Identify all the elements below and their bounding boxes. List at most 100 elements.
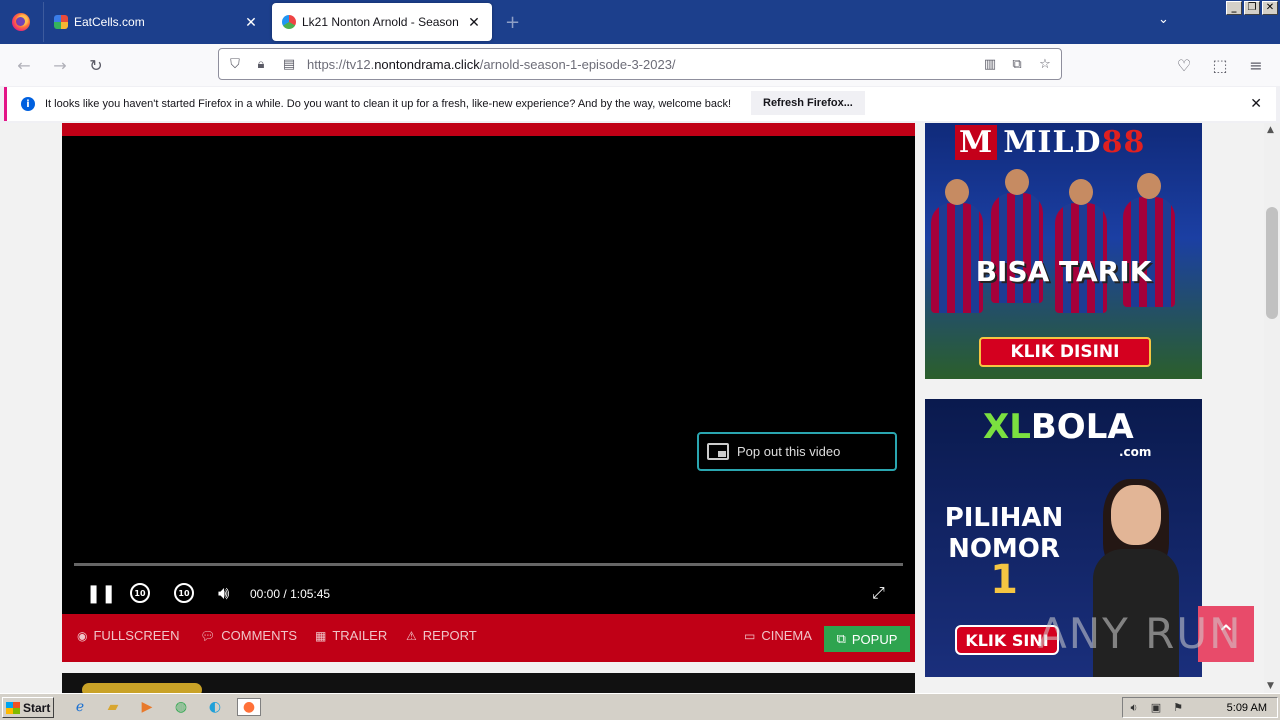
reader-view-icon[interactable]: ▥ bbox=[982, 56, 998, 72]
edge-icon[interactable]: ◐ bbox=[205, 698, 225, 716]
logo-num: 88 bbox=[1101, 125, 1146, 160]
tab-lk21[interactable]: Lk21 Nonton Arnold - Season 1 Episode 3 … bbox=[272, 3, 492, 41]
permissions-icon[interactable]: ▤ bbox=[281, 56, 297, 72]
report-button[interactable]: ⚠ REPORT bbox=[406, 628, 477, 643]
tab-eatcells[interactable]: EatCells.com ✕ bbox=[43, 2, 269, 42]
model-head bbox=[1111, 485, 1161, 545]
chrome-icon[interactable]: ◍ bbox=[171, 698, 191, 716]
web-page: Pop out this video ❚❚ 10 10 🔊︎ 00:00 / 1… bbox=[0, 123, 1264, 693]
back-icon[interactable]: ← bbox=[14, 55, 34, 75]
pip-icon bbox=[707, 443, 729, 460]
page-scrollbar[interactable]: ▲ ▼ bbox=[1264, 123, 1280, 693]
tab-strip: EatCells.com ✕ Lk21 Nonton Arnold - Seas… bbox=[0, 0, 1280, 44]
warning-icon: ⚠ bbox=[406, 628, 417, 643]
notification-bar: i It looks like you haven't started Fire… bbox=[4, 87, 1276, 121]
volume-tray-icon[interactable]: 🔉︎ bbox=[1123, 701, 1145, 715]
pause-icon[interactable]: ❚❚ bbox=[86, 583, 116, 604]
trailer-label: TRAILER bbox=[332, 628, 388, 643]
xlbola-logo: XLBOLA .com bbox=[983, 407, 1151, 459]
lock-icon[interactable]: 🔒︎ bbox=[253, 56, 269, 72]
fullscreen-icon[interactable]: ⤢ bbox=[872, 583, 885, 603]
start-label: Start bbox=[23, 700, 51, 715]
hamburger-menu-icon[interactable]: ≡ bbox=[1246, 55, 1266, 75]
bottom-banner-ad[interactable] bbox=[62, 673, 915, 693]
close-tab-icon[interactable]: ✕ bbox=[466, 14, 482, 30]
start-button[interactable]: Start bbox=[2, 697, 54, 718]
firefox-taskbar-icon[interactable]: ● bbox=[237, 698, 261, 716]
popup-label: POPUP bbox=[851, 631, 898, 647]
forward-10-icon[interactable]: 10 bbox=[174, 583, 194, 603]
forward-icon[interactable]: → bbox=[50, 55, 70, 75]
file-explorer-icon[interactable]: ▰ bbox=[103, 698, 123, 716]
close-window-button[interactable]: ✕ bbox=[1262, 1, 1278, 15]
pip-label: Pop out this video bbox=[737, 444, 841, 459]
comments-button[interactable]: 💬︎ COMMENTS bbox=[200, 628, 297, 643]
firefox-icon bbox=[12, 13, 30, 31]
fullscreen-label: FULLSCREEN bbox=[93, 628, 180, 643]
rewind-10-icon[interactable]: 10 bbox=[130, 583, 150, 603]
ad-tagline: BISA TARIK bbox=[975, 255, 1152, 288]
mild88-logo: M MILD88 bbox=[955, 125, 1145, 160]
close-notification-icon[interactable]: ✕ bbox=[1250, 96, 1262, 112]
fullscreen-button[interactable]: ◉ FULLSCREEN bbox=[77, 628, 179, 643]
video-controls: ❚❚ 10 10 🔊︎ 00:00 / 1:05:45 ⤢ bbox=[62, 579, 915, 609]
list-all-tabs-icon[interactable]: ⌄ bbox=[1158, 12, 1169, 27]
time-display: 00:00 / 1:05:45 bbox=[250, 587, 330, 601]
lk21-favicon-icon bbox=[282, 15, 296, 29]
scroll-down-icon[interactable]: ▼ bbox=[1267, 681, 1274, 691]
ad-headline: PILIHAN NOMOR 1 bbox=[939, 503, 1069, 603]
trailer-button[interactable]: ▦ TRAILER bbox=[315, 628, 387, 643]
mild88-ad-banner[interactable]: M MILD88 BISA TARIK KLIK DISINI bbox=[925, 123, 1202, 379]
popup-button[interactable]: ⧉ POPUP bbox=[824, 626, 910, 652]
volume-icon[interactable]: 🔊︎ bbox=[218, 583, 229, 604]
bookmark-star-icon[interactable]: ☆ bbox=[1037, 56, 1053, 72]
logo-xl: XL bbox=[983, 407, 1031, 447]
close-tab-icon[interactable]: ✕ bbox=[243, 14, 259, 30]
clock: 5:09 AM bbox=[1226, 701, 1267, 714]
url-path: /arnold-season-1-episode-3-2023/ bbox=[479, 57, 676, 72]
video-player[interactable]: Pop out this video ❚❚ 10 10 🔊︎ 00:00 / 1… bbox=[62, 136, 915, 614]
windows-logo-icon bbox=[6, 701, 20, 714]
eye-icon: ◉ bbox=[77, 628, 88, 643]
football-players-image bbox=[925, 163, 1202, 343]
url-host: nontondrama.click bbox=[374, 57, 480, 72]
media-player-icon[interactable]: ▶ bbox=[137, 698, 157, 716]
system-tray: 🔉︎ ▣ ⚑ 5:09 AM bbox=[1122, 697, 1278, 718]
pip-toggle-button[interactable]: Pop out this video bbox=[697, 432, 897, 471]
window-controls: _ ❐ ✕ bbox=[1226, 1, 1278, 15]
report-label: REPORT bbox=[422, 628, 477, 643]
extensions-icon[interactable]: ⬚ bbox=[1210, 55, 1230, 75]
ad-cta-button[interactable]: KLIK DISINI bbox=[979, 337, 1151, 367]
restore-button[interactable]: ❐ bbox=[1244, 1, 1260, 15]
notification-message: It looks like you haven't started Firefo… bbox=[45, 98, 732, 110]
picture-in-picture-icon[interactable]: ⧉ bbox=[1009, 56, 1025, 72]
url-text[interactable]: https://tv12.nontondrama.click/arnold-se… bbox=[307, 57, 676, 72]
cinema-button[interactable]: ▭ CINEMA bbox=[744, 628, 812, 643]
reload-icon[interactable]: ↻ bbox=[86, 55, 106, 75]
minimize-button[interactable]: _ bbox=[1226, 1, 1242, 15]
pocket-icon[interactable]: ♡ bbox=[1174, 55, 1194, 75]
time-separator: / bbox=[283, 587, 287, 601]
scrollbar-thumb[interactable] bbox=[1266, 207, 1278, 319]
anyrun-watermark: ANY RUN bbox=[1038, 609, 1243, 658]
monitor-icon: ▭ bbox=[744, 628, 756, 643]
tracking-protection-shield-icon[interactable]: ⛉ bbox=[227, 56, 243, 72]
url-bar[interactable]: ⛉ 🔒︎ ▤ https://tv12.nontondrama.click/ar… bbox=[218, 48, 1062, 80]
network-tray-icon[interactable]: ▣ bbox=[1145, 701, 1167, 714]
internet-explorer-icon[interactable]: ℯ bbox=[70, 698, 90, 716]
scroll-up-icon[interactable]: ▲ bbox=[1267, 125, 1274, 135]
tab-title: Lk21 Nonton Arnold - Season 1 Episode 3 bbox=[302, 15, 460, 29]
navigation-toolbar: ← → ↻ ⛉ 🔒︎ ▤ https://tv12.nontondrama.cl… bbox=[0, 44, 1280, 86]
refresh-firefox-button[interactable]: Refresh Firefox... bbox=[751, 91, 865, 115]
headline-line3: 1 bbox=[990, 557, 1018, 603]
firefox-view-button[interactable] bbox=[0, 0, 42, 44]
cinema-label: CINEMA bbox=[761, 628, 812, 643]
new-tab-icon[interactable]: + bbox=[505, 12, 520, 33]
flag-tray-icon[interactable]: ⚑ bbox=[1167, 701, 1189, 714]
logo-bola: BOLA bbox=[1030, 407, 1134, 447]
video-progress-bar[interactable] bbox=[74, 563, 903, 566]
player-action-bar: ◉ FULLSCREEN 💬︎ COMMENTS ▦ TRAILER ⚠ REPORT … bbox=[62, 614, 915, 662]
eatcells-favicon-icon bbox=[54, 15, 68, 29]
film-icon: ▦ bbox=[315, 628, 327, 643]
popup-icon: ⧉ bbox=[836, 631, 846, 646]
